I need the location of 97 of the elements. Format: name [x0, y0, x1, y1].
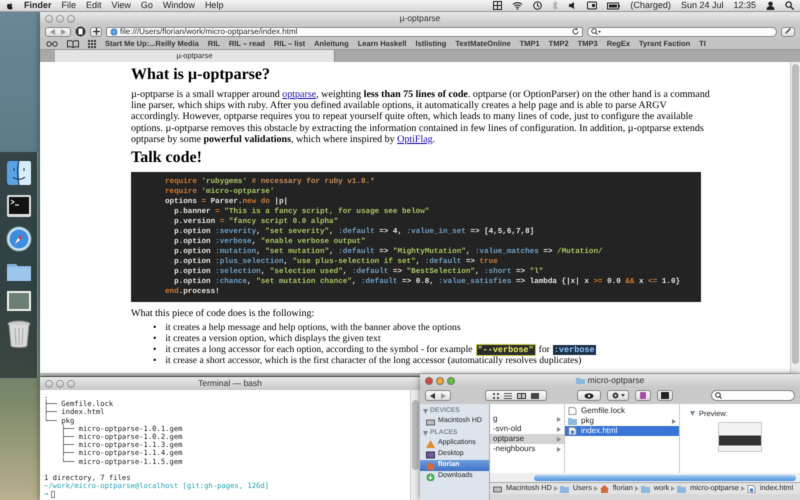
book-icon[interactable]: [67, 40, 79, 48]
paragraph: µ-optparse is a small wrapper around optparse, weighting less than 75 lines of code. optparse (or OptionParser) on the other hand is a command line parser, which ships with ruby. After you defined available options, it automatically creates a help page and is able to parse ARGV accordingly. However, optparse requires you to repeat yourself quite often, which leads to many lines of code, just to configure the available options. µ-optparse removes this obstacle by extracting the information contained in few lines of configuration. In addition, µ-optparse extends optparse by some powerful validations, which where inspired by OptiFlag.: [131, 89, 711, 146]
folder-row[interactable]: -neighbours: [490, 444, 564, 454]
reload-icon[interactable]: [572, 28, 579, 35]
menu-item[interactable]: Window: [162, 1, 195, 10]
folder-row[interactable]: -svn-old: [490, 424, 564, 434]
photo-icon[interactable]: [6, 290, 32, 312]
path-separator-icon: [740, 486, 745, 491]
search-icon: [715, 392, 722, 399]
eye-icon: [584, 392, 594, 398]
hard-drive-icon: [426, 418, 435, 426]
list-item-text: for: [538, 345, 550, 356]
column-view-icon: [517, 392, 526, 398]
file-row[interactable]: index.html: [565, 426, 679, 436]
toolbar-button[interactable]: [657, 390, 673, 401]
search-icon: [591, 28, 601, 35]
clock-icon[interactable]: [533, 1, 542, 10]
left-arrow-icon: [430, 392, 435, 398]
file-row[interactable]: Gemfile.lock: [565, 406, 679, 416]
page-thumbnail: [718, 422, 762, 452]
action-menu-button[interactable]: [607, 390, 629, 401]
user-icon[interactable]: [766, 1, 775, 10]
search-field[interactable]: [711, 390, 795, 401]
battery-icon[interactable]: [607, 2, 620, 10]
disclosure-triangle-icon[interactable]: [690, 411, 695, 416]
window-title: Terminal — bash: [198, 377, 262, 390]
bullet-marker: •: [153, 334, 156, 344]
back-forward-button[interactable]: [425, 390, 451, 401]
view-mode-buttons[interactable]: [485, 390, 547, 401]
menu-item[interactable]: Help: [204, 1, 224, 10]
menu-item[interactable]: Go: [140, 1, 153, 10]
glasses-icon[interactable]: [46, 40, 58, 46]
smiling-face-icon[interactable]: [6, 160, 32, 186]
reader-icon[interactable]: [75, 26, 86, 37]
add-bookmark-button[interactable]: [90, 26, 102, 36]
plus-icon: [92, 28, 100, 35]
gear-icon: [612, 392, 618, 399]
text-link[interactable]: optparse: [282, 89, 316, 100]
menu-item[interactable]: File: [62, 1, 76, 10]
apple-logo-icon[interactable]: [6, 1, 14, 10]
list-view-icon: [504, 392, 512, 398]
grid-icon[interactable]: [88, 40, 96, 48]
hard-drive-icon: [493, 484, 502, 492]
horizontal-scrollbar[interactable]: [534, 474, 796, 480]
inline-code: "--verbose": [476, 344, 536, 356]
list-item-text: it crease a short accessor, which is the first character of the long accessor (automatically resolves duplicates): [165, 356, 582, 367]
trash-can-icon[interactable]: [6, 320, 30, 348]
search-icon[interactable]: [785, 1, 794, 10]
folder-row[interactable]: optparse: [490, 434, 564, 444]
scrollbar-thumb[interactable]: [412, 400, 419, 470]
compass-icon[interactable]: [6, 226, 32, 252]
list-item-text: it creates a long accessor for each option, according to the symbol - for example: [165, 345, 473, 356]
battery-status: (Charged): [630, 1, 671, 10]
desktop-icon: [426, 450, 435, 458]
window-title: µ-optparse: [400, 12, 440, 25]
search-field[interactable]: [587, 26, 777, 36]
display-icon[interactable]: [587, 1, 598, 10]
list-item-text: it creates a version option, which displays the given text: [165, 334, 381, 344]
disclosure-arrow-icon: [672, 418, 676, 424]
download-icon: [426, 472, 435, 480]
disclosure-triangle-icon[interactable]: [423, 408, 428, 414]
list-item-text: it creates a help message and help options, with the banner above the options: [165, 323, 461, 334]
bullet-marker: •: [153, 345, 156, 356]
house-icon: [600, 484, 609, 492]
bullet-marker: •: [153, 356, 156, 367]
scrollbar-thumb[interactable]: [792, 64, 799, 364]
menu-item[interactable]: Finder: [24, 1, 52, 10]
window-title: micro-optparse: [588, 374, 644, 387]
edit-button[interactable]: [781, 26, 795, 36]
quick-look-button[interactable]: [577, 390, 601, 401]
disclosure-triangle-icon[interactable]: [423, 430, 428, 436]
folder-row[interactable]: g: [490, 414, 564, 424]
clock-text: 12:35: [733, 1, 756, 10]
bullet-marker: •: [153, 323, 156, 334]
paragraph: What this piece of code does is the following:: [131, 308, 316, 320]
right-arrow-icon: [441, 392, 446, 398]
address-field[interactable]: file:///Users/florian/work/micro-optparse/index.html: [106, 26, 583, 36]
file-row[interactable]: pkg: [565, 416, 679, 426]
icon-view-icon: [493, 392, 499, 398]
wifi-icon[interactable]: [512, 1, 524, 10]
grid-icon[interactable]: [493, 1, 502, 10]
inline-code: :verbose: [552, 345, 596, 356]
page-heading: What is µ-optparse?: [131, 66, 271, 84]
text-cursor: [51, 490, 56, 498]
right-arrow-icon: [61, 28, 66, 34]
left-arrow-icon: [50, 28, 55, 34]
cover-flow-icon: [531, 392, 539, 398]
menu-item[interactable]: Edit: [86, 1, 102, 10]
page-heading: Talk code!: [131, 149, 203, 168]
caret-icon: [620, 394, 624, 397]
house-icon: [426, 462, 435, 470]
menu-item[interactable]: View: [112, 1, 131, 10]
date-text: Sun 24 Jul: [680, 1, 724, 10]
applications-icon: [426, 440, 435, 448]
globe-icon: [110, 28, 118, 36]
pencil-icon: [784, 28, 792, 35]
text-link[interactable]: OptiFlag: [397, 134, 433, 145]
